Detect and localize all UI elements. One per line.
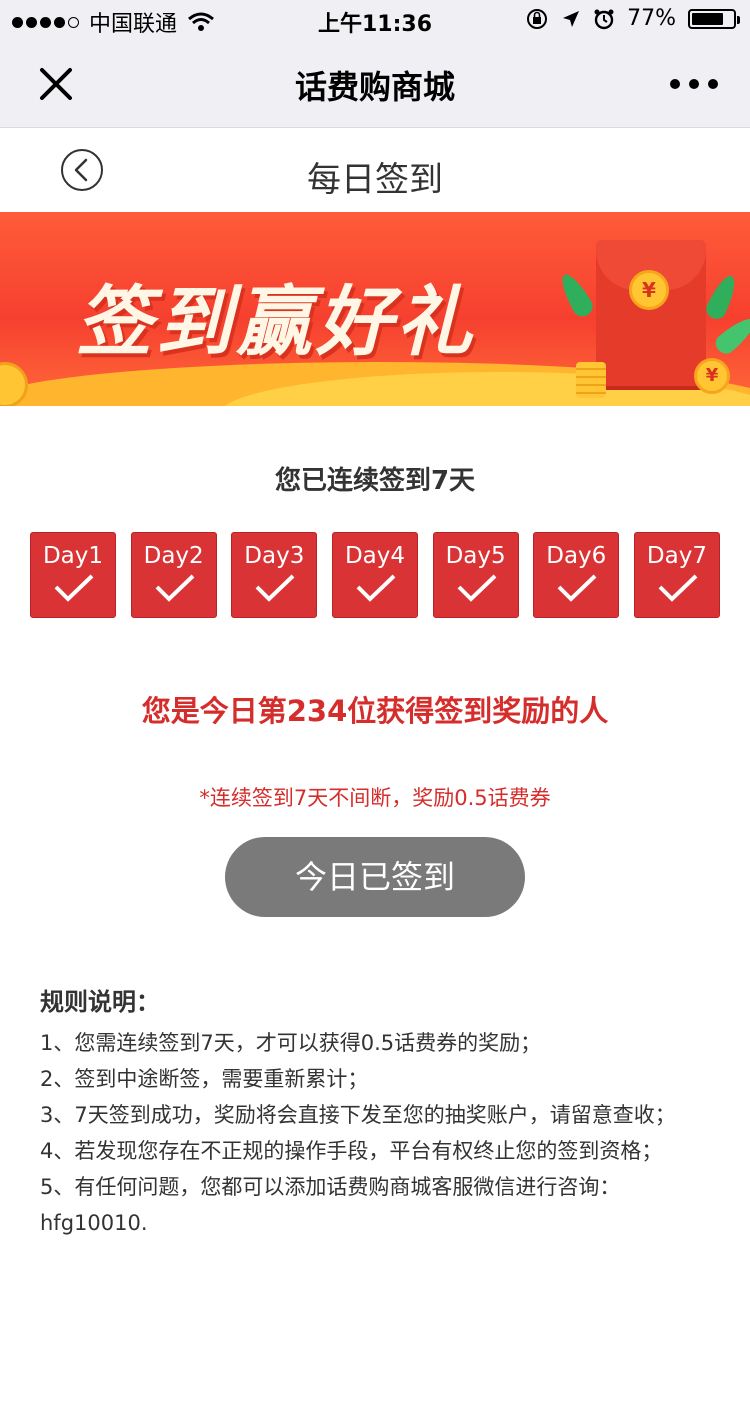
streak-text: 您已连续签到7天 — [274, 466, 476, 496]
alarm-icon — [594, 9, 614, 29]
nav-title: 话费购商城 — [294, 68, 455, 106]
rule-item: 1、您需连续签到7天，才可以获得0.5话费券的奖励； — [40, 1031, 542, 1055]
day-label: Day6 — [546, 543, 607, 569]
rank-text: 您是今日第234位获得签到奖励的人 — [141, 694, 609, 728]
more-options-icon[interactable] — [670, 70, 718, 98]
rotation-lock-icon — [527, 8, 548, 29]
yen-coin-icon: ¥ — [629, 270, 669, 310]
day-card: Day7 — [633, 532, 720, 618]
checkmark-icon — [54, 574, 94, 602]
battery-fill — [692, 12, 723, 25]
day-card: Day6 — [533, 532, 620, 618]
battery-percent: 77% — [627, 6, 676, 31]
day-card: Day1 — [30, 532, 116, 618]
page-title: 每日签到 — [307, 160, 443, 200]
rule-item: 5、有任何问题，您都可以添加话费购商城客服微信进行咨询：hfg10010. — [40, 1175, 621, 1235]
signed-today-button[interactable]: 今日已签到 — [225, 837, 525, 917]
day-card: Day3 — [231, 532, 318, 618]
leaf-decoration — [711, 312, 750, 358]
rule-item: 3、7天签到成功，奖励将会直接下发至您的抽奖账户，请留意查收； — [40, 1103, 676, 1127]
day-label: Day7 — [646, 543, 707, 569]
yen-coin-icon: ¥ — [694, 358, 730, 394]
nav-bar: 话费购商城 — [0, 40, 750, 128]
checkmark-icon — [557, 574, 597, 602]
day-label: Day4 — [344, 543, 405, 569]
day-label: Day1 — [42, 543, 104, 569]
rule-item: 2、签到中途断签，需要重新累计； — [40, 1067, 369, 1091]
rules-title: 规则说明： — [40, 988, 160, 1016]
banner-title: 签到赢好礼 — [76, 277, 476, 366]
leaf-decoration — [555, 270, 597, 320]
status-right: 77% — [525, 6, 740, 31]
day-card: Day5 — [432, 532, 519, 618]
day-label: Day2 — [143, 543, 204, 569]
checkmark-icon — [255, 574, 295, 602]
day-card: Day2 — [130, 532, 217, 618]
red-envelope-illustration: ¥ — [596, 240, 706, 390]
page-header: 每日签到 — [0, 128, 750, 212]
checkmark-icon — [356, 574, 396, 602]
day-cards: Day1 Day2 Day3 Day4 Day5 Day6 Day7 — [30, 532, 720, 618]
banner: 签到赢好礼 ¥ ¥ — [0, 212, 750, 406]
rules-section: 规则说明： 1、您需连续签到7天，才可以获得0.5话费券的奖励； 2、签到中途断签… — [40, 982, 710, 1241]
reward-note: *连续签到7天不间断，奖励0.5话费券 — [199, 786, 551, 810]
checkmark-icon — [658, 574, 698, 602]
day-card: Day4 — [331, 532, 418, 618]
rule-item: 4、若发现您存在不正规的操作手段，平台有权终止您的签到资格； — [40, 1139, 663, 1163]
checkmark-icon — [155, 574, 195, 602]
battery-icon — [688, 8, 740, 29]
status-bar: 中国联通 上午11:36 77% — [0, 0, 750, 40]
coin-stack-illustration — [576, 362, 606, 398]
location-icon — [563, 10, 580, 27]
leaf-decoration — [703, 271, 741, 323]
day-label: Day5 — [445, 543, 506, 569]
day-label: Day3 — [244, 543, 305, 569]
checkmark-icon — [457, 574, 497, 602]
rules-list: 1、您需连续签到7天，才可以获得0.5话费券的奖励； 2、签到中途断签，需要重新累… — [40, 1025, 710, 1241]
